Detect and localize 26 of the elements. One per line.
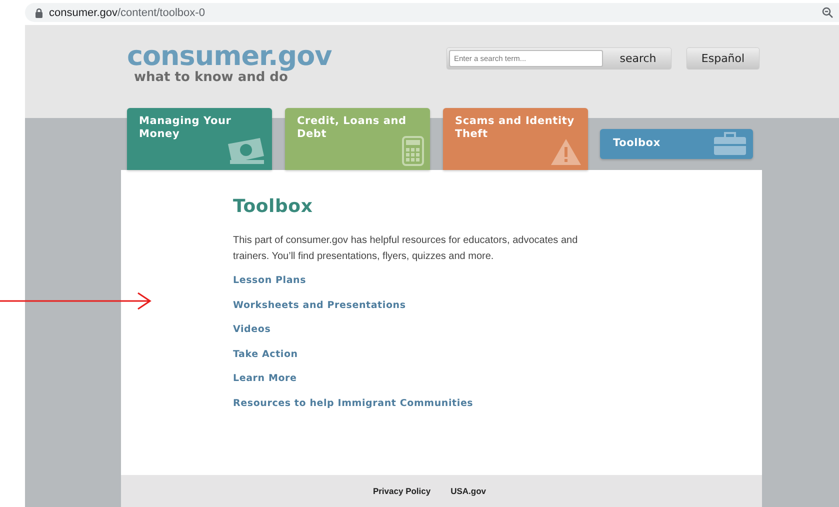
language-button[interactable]: Español (687, 48, 759, 69)
url-host[interactable]: consumer.gov (49, 6, 118, 18)
nav-tab[interactable]: Credit, Loans and Debt (285, 108, 430, 170)
url-path[interactable]: /content/toolbox-0 (117, 6, 816, 18)
search-button[interactable]: search (605, 48, 671, 69)
resource-link[interactable]: Lesson Plans (233, 274, 306, 288)
intro-text: This part of consumer.gov has helpful resources for educators, advocates and trainers. You’ll find presentations, flyers, quizzes and more. (233, 234, 579, 264)
site-logo[interactable]: consumer.gov (127, 43, 447, 71)
money-icon (226, 136, 266, 166)
calculator-icon (402, 136, 424, 166)
resource-link[interactable]: Worksheets and Presentations (233, 298, 406, 312)
resource-link[interactable]: Take Action (233, 348, 298, 362)
nav-tab[interactable]: Scams and Identity Theft (443, 108, 588, 170)
lock-icon (35, 8, 43, 18)
page-heading: Toolbox (233, 196, 314, 217)
warning-icon (550, 138, 582, 166)
footer-link[interactable]: Privacy Policy (372, 486, 431, 496)
resource-link[interactable]: Videos (233, 323, 271, 337)
nav-tab[interactable]: Managing Your Money (127, 108, 272, 170)
nav-tab[interactable]: Toolbox (600, 129, 753, 159)
zoom-icon[interactable] (822, 7, 833, 18)
resource-link[interactable]: Learn More (233, 372, 297, 386)
logo-tagline: what to know and do (134, 71, 288, 85)
footer-link[interactable]: USA.gov (450, 486, 486, 496)
toolbox-icon (713, 132, 747, 156)
resource-link[interactable]: Resources to help Immigrant Communities (233, 396, 474, 410)
